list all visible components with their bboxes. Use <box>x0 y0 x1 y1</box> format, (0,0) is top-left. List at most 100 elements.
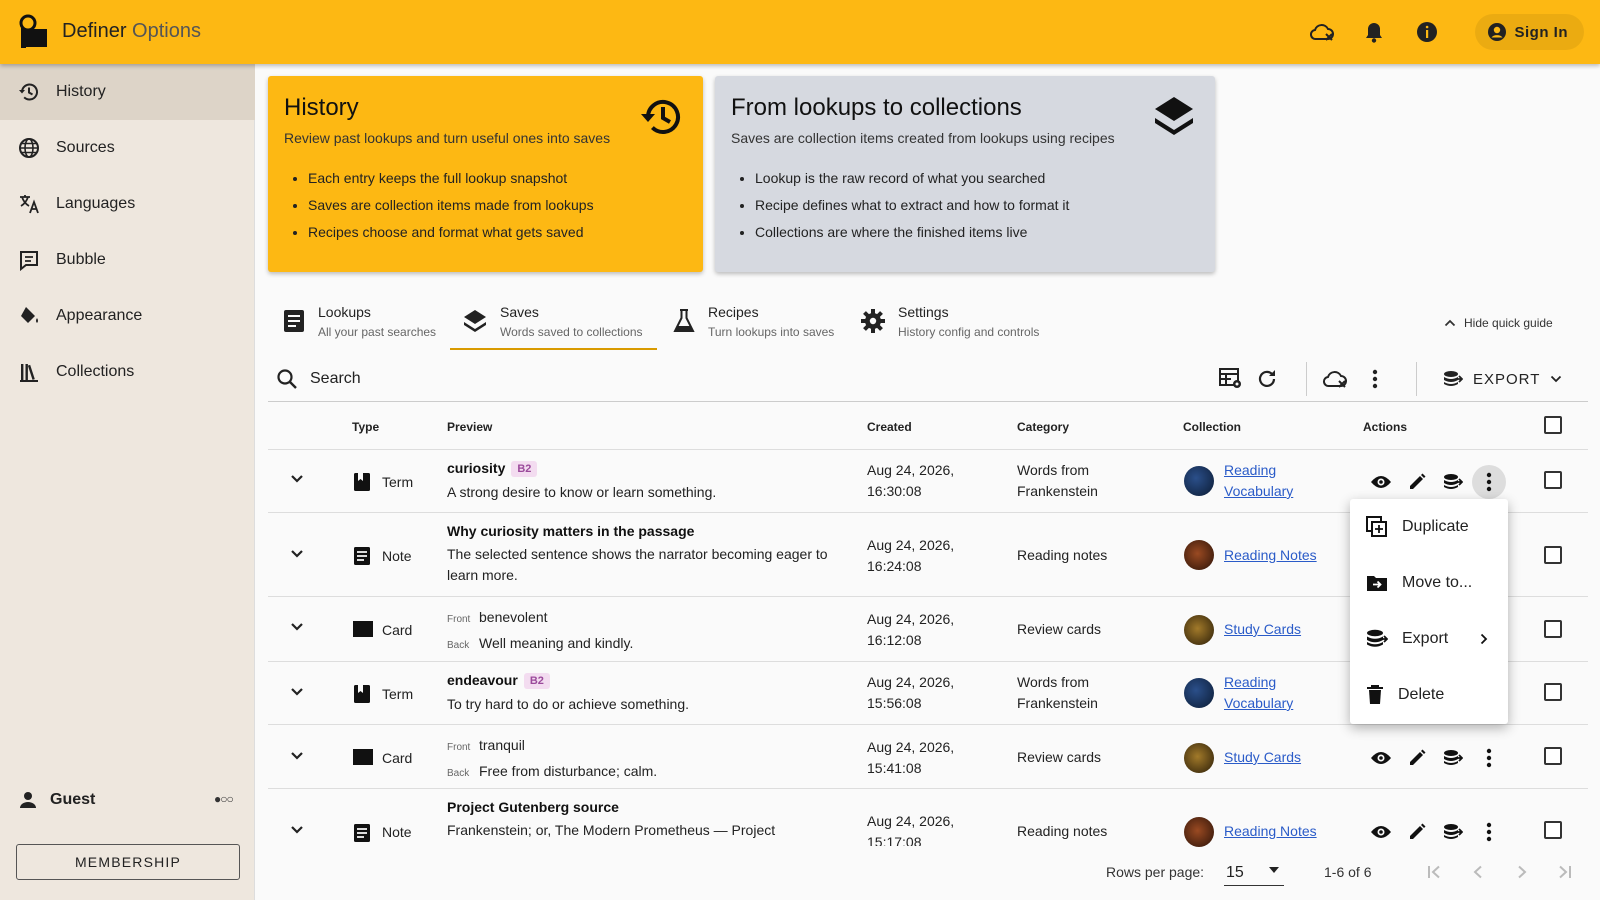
edit-icon[interactable] <box>1405 470 1429 494</box>
previous-page-icon[interactable] <box>1464 858 1492 886</box>
tab-saves[interactable]: Saves Words saved to collections <box>450 292 657 350</box>
first-page-icon[interactable] <box>1421 858 1449 886</box>
preview-text: learn more. <box>447 567 518 583</box>
chevron-down-icon[interactable] <box>290 622 304 632</box>
preview-text: A strong desire to know or learn somethi… <box>447 484 717 500</box>
category-line: Words from <box>1017 674 1090 690</box>
more-vert-icon[interactable] <box>1477 820 1501 844</box>
sidebar-item-sources[interactable]: Sources <box>0 120 255 176</box>
row-checkbox[interactable] <box>1544 747 1562 765</box>
more-vert-icon[interactable] <box>1362 366 1388 392</box>
more-vert-icon[interactable] <box>1477 746 1501 770</box>
next-page-icon[interactable] <box>1508 858 1536 886</box>
eye-icon[interactable] <box>1369 470 1393 494</box>
column-header-type[interactable]: Type <box>352 420 379 434</box>
sidebar-item-history[interactable]: History <box>0 64 255 120</box>
row-checkbox[interactable] <box>1544 821 1562 839</box>
cloud-off-icon[interactable] <box>1308 18 1336 46</box>
tab-lookups[interactable]: Lookups All your past searches <box>270 292 448 350</box>
chevron-down-icon[interactable] <box>290 549 304 559</box>
card-bullet: Lookup is the raw record of what you sea… <box>755 170 1199 186</box>
sidebar-item-appearance[interactable]: Appearance <box>0 288 255 344</box>
category-cell: Words from Frankenstein <box>1017 672 1098 714</box>
person-icon <box>18 790 38 810</box>
rows-per-page-label: Rows per page: <box>1106 864 1205 880</box>
layers-icon <box>462 308 488 334</box>
database-export-icon[interactable] <box>1441 820 1465 844</box>
collection-link[interactable]: Reading Notes <box>1224 821 1317 842</box>
database-export-icon[interactable] <box>1441 746 1465 770</box>
cloud-off-icon[interactable] <box>1322 366 1348 392</box>
menu-item-delete[interactable]: Delete <box>1350 667 1508 723</box>
sidebar-item-bubble[interactable]: Bubble <box>0 232 255 288</box>
collection-link[interactable]: Reading Notes <box>1224 545 1317 566</box>
card-bullet: Each entry keeps the full lookup snapsho… <box>308 170 687 186</box>
collection-link[interactable]: Study Cards <box>1224 619 1301 640</box>
preview-cell: Why curiosity matters in the passage The… <box>447 523 828 586</box>
table-header: Type Preview Created Category Collection… <box>268 402 1588 450</box>
chevron-down-icon[interactable] <box>290 825 304 835</box>
tab-settings[interactable]: Settings History config and controls <box>848 292 1051 350</box>
table-row[interactable]: Note Project Gutenberg source Frankenste… <box>268 789 1588 847</box>
category-cell: Reading notes <box>1017 823 1108 839</box>
collection-name-line[interactable]: Vocabulary <box>1224 481 1293 502</box>
card-description: Review past lookups and turn useful ones… <box>284 130 611 146</box>
preview-title: Why curiosity matters in the passage <box>447 523 695 539</box>
menu-item-duplicate[interactable]: Duplicate <box>1350 499 1508 555</box>
menu-item-move[interactable]: Move to... <box>1350 555 1508 611</box>
collection-link[interactable]: Study Cards <box>1224 747 1301 768</box>
menu-item-export[interactable]: Export <box>1350 611 1508 667</box>
created-time: 15:56:08 <box>867 695 922 711</box>
table-row[interactable]: Card Front tranquil Back Free from disturb… <box>268 725 1588 789</box>
created-date: Aug 24, 2026, <box>867 462 955 478</box>
paint-bucket-icon <box>18 305 40 327</box>
sidebar-item-collections[interactable]: Collections <box>0 344 255 400</box>
bell-icon[interactable] <box>1360 18 1388 46</box>
eye-icon[interactable] <box>1369 746 1393 770</box>
chevron-down-icon[interactable] <box>290 687 304 697</box>
sidebar-item-languages[interactable]: Languages <box>0 176 255 232</box>
front-label: Front <box>447 742 471 753</box>
column-header-created[interactable]: Created <box>867 420 912 434</box>
database-export-icon[interactable] <box>1441 470 1465 494</box>
export-button[interactable]: EXPORT <box>1443 364 1562 394</box>
refresh-icon[interactable] <box>1254 366 1280 392</box>
edit-icon[interactable] <box>1405 820 1429 844</box>
collection-link[interactable]: Reading Vocabulary <box>1224 460 1293 502</box>
created-cell: Aug 24, 2026, 15:41:08 <box>867 737 954 779</box>
edit-icon[interactable] <box>1405 746 1429 770</box>
collection-link[interactable]: Reading Vocabulary <box>1224 672 1293 714</box>
menu-item-label: Duplicate <box>1402 518 1469 535</box>
search-input[interactable] <box>310 364 1010 394</box>
eye-icon[interactable] <box>1369 820 1393 844</box>
sidebar-item-label: Collections <box>56 363 135 380</box>
created-time: 15:17:08 <box>867 834 922 846</box>
column-header-preview[interactable]: Preview <box>447 420 492 434</box>
row-checkbox[interactable] <box>1544 471 1562 489</box>
chevron-down-icon[interactable] <box>290 751 304 761</box>
row-checkbox[interactable] <box>1544 620 1562 638</box>
more-vert-icon[interactable] <box>1472 465 1506 499</box>
column-header-collection[interactable]: Collection <box>1183 420 1241 434</box>
status-dots-icon: ●○○ <box>214 792 234 806</box>
hide-quick-guide-button[interactable]: Hide quick guide <box>1444 316 1553 330</box>
collection-avatar <box>1184 817 1214 847</box>
select-all-checkbox[interactable] <box>1544 416 1562 434</box>
membership-button[interactable]: MEMBERSHIP <box>16 844 240 880</box>
collection-name-line[interactable]: Reading <box>1224 672 1293 693</box>
info-icon[interactable] <box>1413 18 1441 46</box>
row-checkbox[interactable] <box>1544 546 1562 564</box>
collection-name-line[interactable]: Reading <box>1224 460 1293 481</box>
app-title-main: Definer <box>62 20 127 42</box>
table-settings-icon[interactable] <box>1218 366 1244 392</box>
column-header-category[interactable]: Category <box>1017 420 1069 434</box>
created-cell: Aug 24, 2026, 15:56:08 <box>867 672 954 714</box>
collection-name-line[interactable]: Vocabulary <box>1224 693 1293 714</box>
chevron-down-icon[interactable] <box>290 474 304 484</box>
row-checkbox[interactable] <box>1544 683 1562 701</box>
guest-user[interactable]: Guest <box>18 790 95 810</box>
sign-in-button[interactable]: Sign In <box>1474 14 1584 50</box>
trash-icon <box>1366 685 1384 705</box>
last-page-icon[interactable] <box>1550 858 1578 886</box>
tab-recipes[interactable]: Recipes Turn lookups into saves <box>660 292 846 350</box>
